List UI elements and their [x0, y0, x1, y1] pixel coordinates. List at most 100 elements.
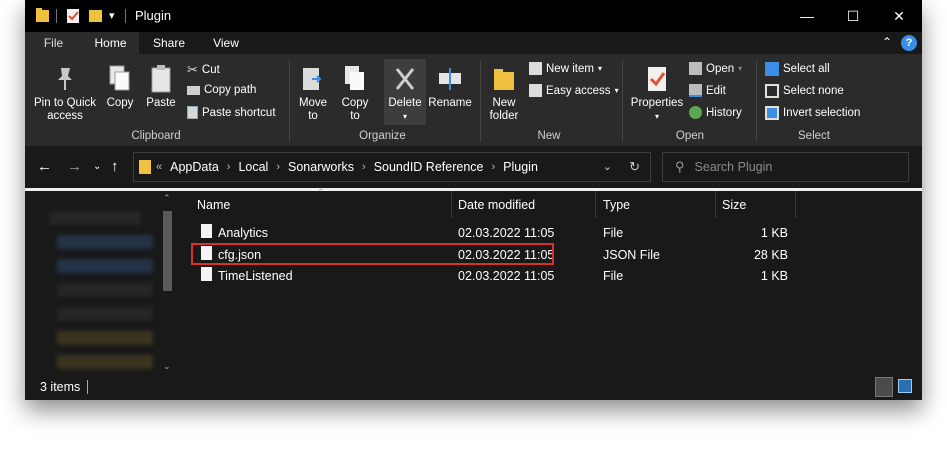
open-button[interactable]: Open ▾ — [689, 62, 742, 75]
new-item-dropdown-icon: ▾ — [597, 64, 602, 73]
nav-item-blurred[interactable] — [57, 259, 153, 273]
cut-button[interactable]: ✂ Cut — [187, 62, 220, 78]
organize-group-label: Organize — [359, 130, 406, 142]
select-none-button[interactable]: Select none — [765, 84, 844, 98]
easy-access-button[interactable]: Easy access ▾ — [529, 84, 619, 97]
copy-to-label: Copy to — [341, 97, 369, 122]
column-divider[interactable] — [451, 191, 452, 218]
crumb-soundid-reference[interactable]: SoundID Reference — [374, 160, 484, 174]
easy-access-icon — [529, 84, 542, 97]
new-item-button[interactable]: New item ▾ — [529, 62, 602, 75]
properties-check-icon[interactable] — [65, 6, 81, 26]
copy-to-button[interactable]: Copy to — [337, 64, 373, 123]
title-bar: ▾ Plugin — ☐ ✕ — [25, 0, 922, 32]
open-dropdown-icon: ▾ — [738, 64, 743, 73]
copy-path-button[interactable]: Copy path — [187, 84, 256, 96]
nav-item-blurred[interactable] — [49, 211, 141, 225]
column-divider[interactable] — [795, 191, 796, 218]
tab-home[interactable]: Home — [82, 32, 139, 54]
file-date: 02.03.2022 11:05 — [458, 226, 555, 240]
file-date: 02.03.2022 11:05 — [458, 269, 555, 283]
collapse-ribbon-icon[interactable]: ⌃ — [882, 35, 892, 49]
recent-locations-chevron-icon[interactable]: ⌄ — [93, 161, 101, 172]
paste-button[interactable]: Paste — [144, 64, 178, 110]
qa-divider — [56, 9, 57, 23]
copy-button[interactable]: Copy — [103, 64, 137, 110]
crumb-appdata[interactable]: AppData — [170, 160, 219, 174]
tab-view[interactable]: View — [201, 32, 251, 54]
easy-access-label: Easy access — [546, 84, 611, 97]
column-divider[interactable] — [715, 191, 716, 218]
rename-button[interactable]: Rename — [428, 64, 472, 110]
close-button[interactable]: ✕ — [876, 0, 922, 32]
back-arrow-icon[interactable]: ← — [37, 158, 52, 175]
select-all-icon — [765, 62, 779, 76]
copy-path-label: Copy path — [204, 84, 257, 96]
edit-button[interactable]: Edit — [689, 84, 726, 97]
paste-shortcut-icon — [187, 106, 198, 119]
select-all-button[interactable]: Select all — [765, 62, 830, 76]
column-header-name[interactable]: Name — [197, 196, 230, 222]
minimize-button[interactable]: — — [784, 0, 830, 32]
maximize-button[interactable]: ☐ — [830, 0, 876, 32]
column-header-date[interactable]: Date modified — [458, 196, 535, 222]
nav-item-blurred[interactable] — [57, 355, 153, 369]
customize-qa-icon[interactable]: ▾ — [109, 9, 115, 29]
up-arrow-icon[interactable]: ↑ — [111, 158, 119, 175]
refresh-icon[interactable]: ↻ — [629, 159, 640, 175]
scroll-down-icon[interactable]: ⌄ — [163, 361, 171, 372]
new-folder-quick-icon[interactable] — [88, 6, 104, 26]
ribbon-divider — [622, 60, 623, 142]
large-icons-view-icon[interactable] — [898, 379, 912, 393]
edit-label: Edit — [706, 84, 726, 97]
ribbon-divider — [480, 60, 481, 142]
address-bar[interactable]: « AppData › Local › Sonarworks › SoundID Re… — [133, 152, 651, 182]
address-dropdown-icon[interactable]: ⌄ — [603, 160, 612, 173]
open-icon — [689, 62, 702, 75]
move-to-icon — [303, 68, 322, 90]
tab-share[interactable]: Share — [143, 32, 195, 54]
scroll-up-icon[interactable]: ⌃ — [163, 193, 171, 204]
easy-access-dropdown-icon: ▾ — [614, 86, 619, 95]
move-to-button[interactable]: Move to — [295, 64, 331, 123]
nav-scrollbar-thumb[interactable] — [163, 211, 172, 291]
invert-selection-button[interactable]: Invert selection — [765, 106, 860, 120]
file-size: 1 KB — [760, 226, 788, 240]
delete-x-icon — [395, 68, 415, 90]
paste-shortcut-button[interactable]: Paste shortcut — [187, 106, 276, 119]
properties-button[interactable]: Properties ▾ — [628, 64, 686, 123]
crumb-sonarworks[interactable]: Sonarworks — [288, 160, 354, 174]
column-header-type[interactable]: Type — [603, 196, 630, 222]
tab-file[interactable]: File — [25, 32, 82, 54]
file-type: File — [603, 269, 624, 283]
details-view-icon[interactable] — [875, 377, 893, 397]
help-icon[interactable]: ? — [901, 35, 917, 51]
invert-selection-label: Invert selection — [783, 107, 861, 119]
new-folder-button[interactable]: New folder — [485, 64, 523, 123]
select-all-label: Select all — [783, 63, 830, 75]
rename-label: Rename — [428, 97, 472, 109]
pin-quick-access-button[interactable]: Pin to Quick access — [31, 64, 99, 123]
forward-arrow-icon[interactable]: → — [67, 158, 82, 175]
column-header-size[interactable]: Size — [722, 196, 746, 222]
column-divider[interactable] — [595, 191, 596, 218]
pin-icon — [58, 68, 72, 90]
scissors-icon: ✂ — [187, 62, 198, 77]
delete-button[interactable]: Delete ▾ — [384, 59, 426, 125]
nav-item-blurred[interactable] — [57, 307, 153, 321]
nav-item-blurred[interactable] — [57, 331, 153, 345]
nav-item-blurred[interactable] — [57, 235, 153, 249]
address-overflow[interactable]: « — [156, 161, 162, 173]
invert-selection-icon — [765, 106, 779, 120]
file-size: 28 KB — [753, 248, 788, 262]
navigation-pane[interactable] — [25, 191, 177, 374]
nav-item-blurred[interactable] — [57, 283, 153, 297]
search-box[interactable]: ⚲ Search Plugin — [662, 152, 909, 182]
crumb-local[interactable]: Local — [238, 160, 268, 174]
select-group-label: Select — [798, 130, 830, 142]
paste-label: Paste — [146, 97, 176, 109]
file-size: 1 KB — [760, 269, 788, 283]
address-row: ← → ⌄ ↑ « AppData › Local › Sonarworks › So… — [25, 146, 922, 188]
crumb-plugin[interactable]: Plugin — [503, 160, 538, 174]
history-button[interactable]: History — [689, 106, 742, 119]
